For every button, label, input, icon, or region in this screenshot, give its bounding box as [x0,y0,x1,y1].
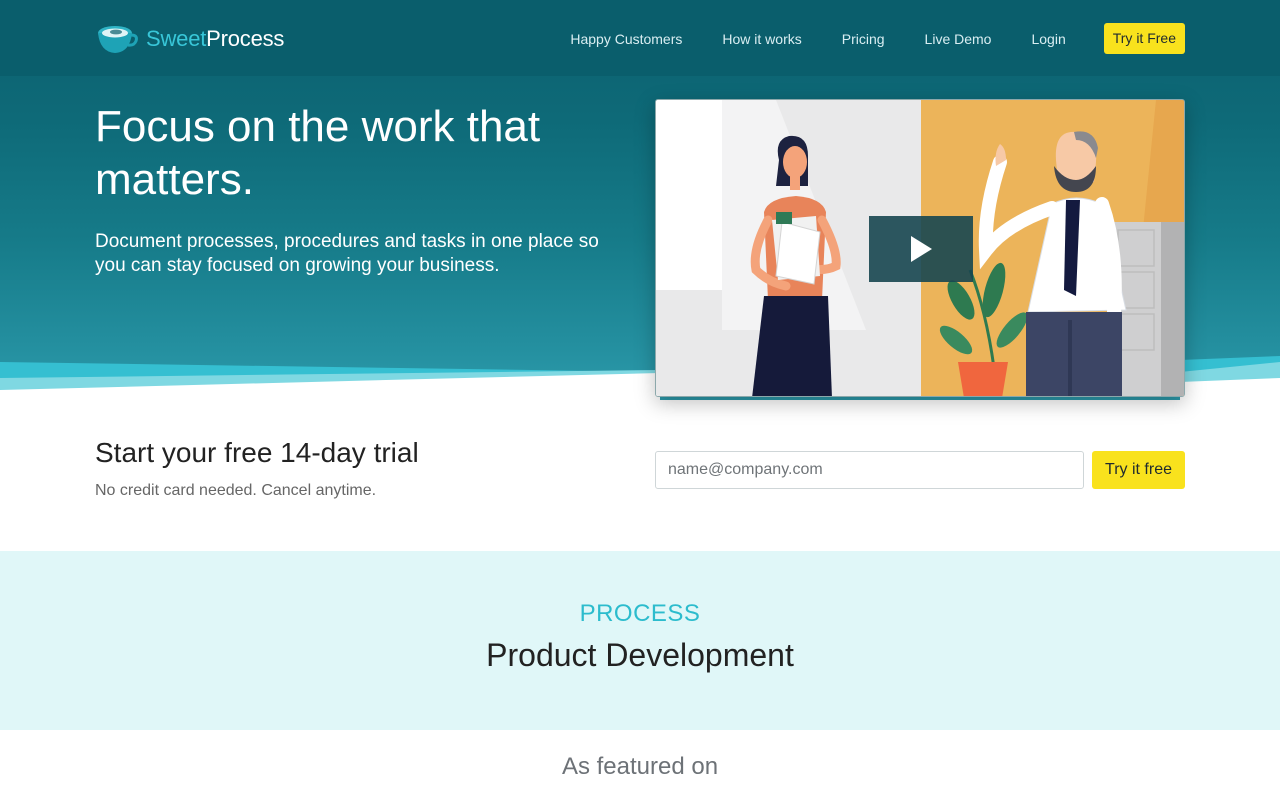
process-section: PROCESS Product Development [0,551,1280,730]
featured-on-heading: As featured on [561,753,719,780]
nav-try-it-free-button[interactable]: Try it Free [1103,23,1185,54]
trial-subtitle: No credit card needed. Cancel anytime. [95,482,377,499]
nav-link-pricing[interactable]: Pricing [842,31,885,47]
nav-link-live-demo[interactable]: Live Demo [925,31,992,47]
nav-link-login[interactable]: Login [1031,31,1065,47]
coffee-cup-logo-icon [98,26,138,53]
trial-title: Start your free 14-day trial [95,437,419,468]
brand-name-sweet: Sweet [146,26,207,51]
nav-link-how-it-works[interactable]: How it works [722,31,801,47]
top-navbar: SweetProcess Happy Customers How it work… [0,0,1280,76]
nav-link-happy-customers[interactable]: Happy Customers [570,31,682,47]
hero-video-player[interactable] [655,99,1185,397]
nav-links: Happy Customers How it works Pricing Liv… [570,23,1185,54]
brand-name-process: Process [206,26,285,51]
hero-title: Focus on the work that matters. [95,102,541,204]
email-input[interactable] [655,451,1084,489]
process-kicker: PROCESS [579,600,701,627]
process-title: Product Development [486,637,794,673]
try-it-free-button[interactable]: Try it free [1092,451,1185,489]
play-icon [911,236,932,262]
brand-logo[interactable]: SweetProcess [96,22,284,56]
video-play-button[interactable] [869,216,973,282]
hero-subtitle: Document processes, procedures and tasks… [95,231,599,276]
